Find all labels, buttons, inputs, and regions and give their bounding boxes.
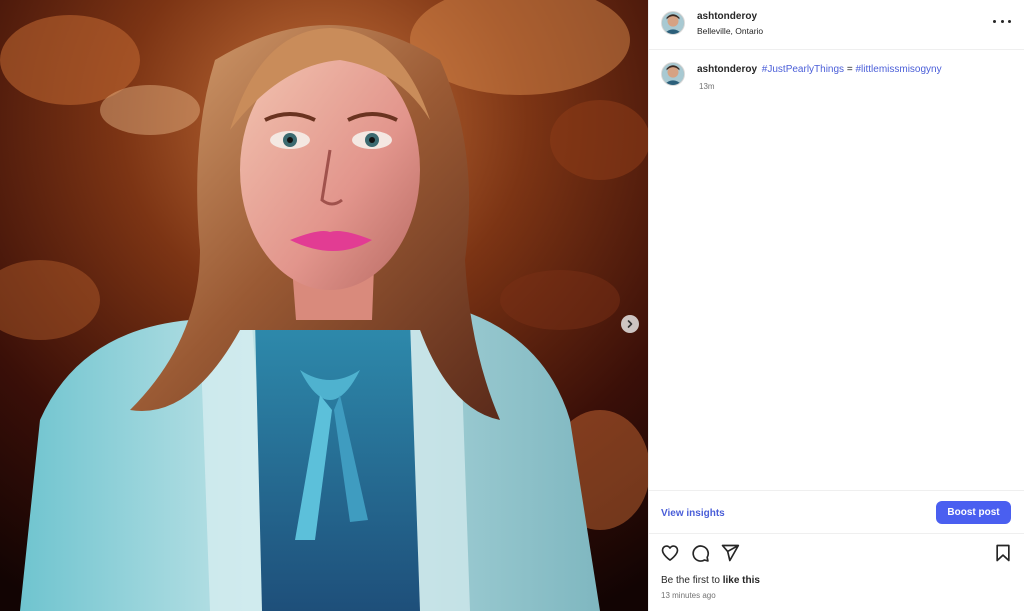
header-username[interactable]: ashtonderoy bbox=[697, 11, 757, 22]
likes-summary: Be the first to like this bbox=[661, 575, 760, 586]
bookmark-icon bbox=[996, 544, 1010, 562]
hashtag-link[interactable]: #JustPearlyThings bbox=[762, 64, 844, 75]
post-dialog: ashtonderoy Belleville, Ontario ashtonde… bbox=[0, 0, 1024, 611]
more-options-button[interactable] bbox=[993, 14, 1011, 28]
chevron-right-icon bbox=[627, 320, 633, 328]
like-this-link[interactable]: like this bbox=[723, 575, 760, 586]
likes-prefix: Be the first to bbox=[661, 575, 723, 586]
avatar-image bbox=[662, 63, 684, 85]
header-location[interactable]: Belleville, Ontario bbox=[697, 26, 763, 36]
post-side-panel: ashtonderoy Belleville, Ontario ashtonde… bbox=[648, 0, 1024, 611]
caption-username[interactable]: ashtonderoy bbox=[697, 64, 757, 75]
caption: ashtonderoy #JustPearlyThings = #littlem… bbox=[649, 58, 1024, 98]
save-button[interactable] bbox=[993, 543, 1013, 563]
caption-time: 13m bbox=[699, 82, 715, 91]
carousel-next-button[interactable] bbox=[621, 315, 639, 333]
view-insights-link[interactable]: View insights bbox=[661, 508, 725, 519]
heart-icon bbox=[661, 545, 679, 561]
avatar[interactable] bbox=[661, 62, 685, 86]
insights-bar: View insights Boost post bbox=[649, 490, 1024, 534]
more-horizontal-icon bbox=[993, 19, 996, 23]
boost-post-button[interactable]: Boost post bbox=[936, 501, 1011, 524]
post-actions bbox=[649, 541, 1024, 565]
post-image bbox=[0, 0, 648, 611]
post-timestamp: 13 minutes ago bbox=[661, 591, 716, 600]
paper-plane-icon bbox=[721, 544, 740, 562]
post-media[interactable] bbox=[0, 0, 648, 611]
share-button[interactable] bbox=[720, 543, 740, 563]
post-header: ashtonderoy Belleville, Ontario bbox=[649, 0, 1024, 50]
hashtag-link[interactable]: #littlemissmisogyny bbox=[855, 64, 941, 75]
avatar[interactable] bbox=[661, 11, 685, 35]
comment-button[interactable] bbox=[690, 543, 710, 563]
caption-text: ashtonderoy #JustPearlyThings = #littlem… bbox=[697, 64, 942, 76]
avatar-image bbox=[662, 12, 684, 34]
caption-separator: = bbox=[844, 64, 856, 75]
comment-bubble-icon bbox=[692, 545, 710, 562]
like-button[interactable] bbox=[660, 543, 680, 563]
